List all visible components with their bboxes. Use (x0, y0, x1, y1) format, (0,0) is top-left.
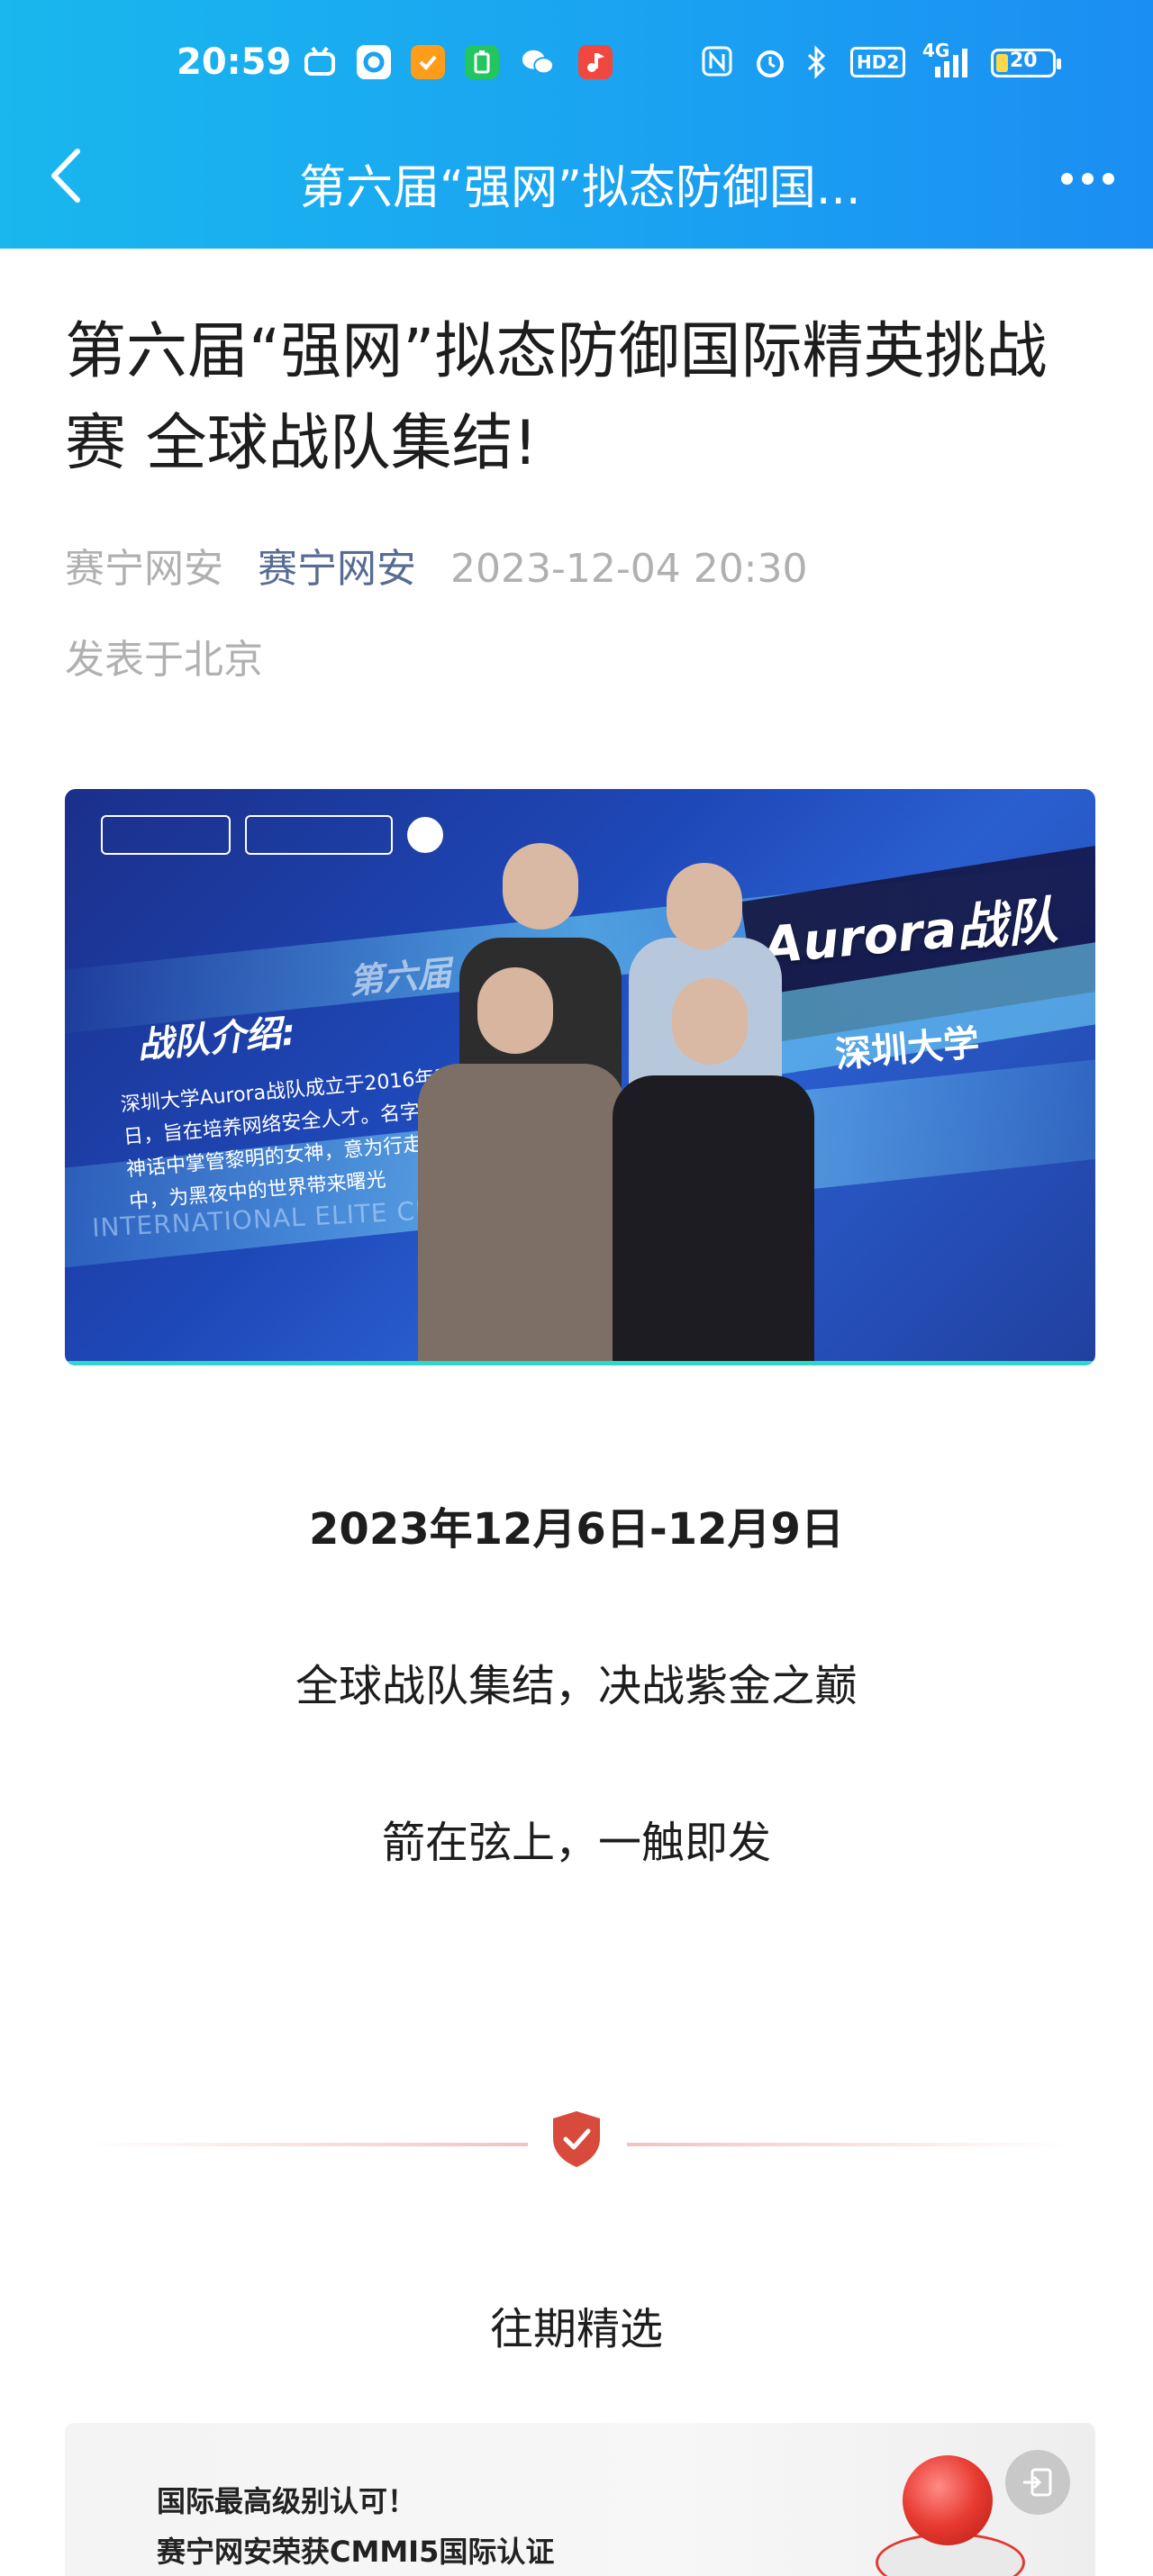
hero-image[interactable]: 第六届 战队介绍: 深圳大学Aurora战队成立于2016年3月23日，旨在培养… (65, 789, 1095, 1365)
recommended-article-card[interactable]: 国际最高级别认可！ 赛宁网安荣获CMMI5国际认证 (65, 2423, 1095, 2576)
status-time: 20:59 (177, 41, 292, 83)
battery-fill (996, 54, 1008, 72)
article-author: 赛宁网安 (65, 546, 223, 592)
battery-app-icon (465, 45, 499, 79)
exit-button[interactable] (1005, 2450, 1070, 2515)
app-refresh-icon (357, 45, 391, 79)
divider-left (86, 2143, 528, 2146)
alarm-icon (753, 45, 787, 86)
wechat-icon (521, 45, 555, 79)
octopus-logo-icon (407, 817, 443, 853)
back-button[interactable] (43, 144, 97, 207)
article-meta: 赛宁网安 赛宁网安 2023-12-04 20:30 (65, 536, 808, 594)
article-title: 第六届“强网”拟态防御国际精英挑战赛 全球战队集结! (65, 316, 1048, 479)
lab-logo (101, 815, 231, 855)
status-bar: 20:59 HD2 4G 20 (0, 0, 1153, 135)
music-app-icon (578, 45, 613, 79)
divider-right (627, 2143, 1068, 2146)
organizer-logos (101, 812, 443, 857)
exit-icon (1023, 2468, 1052, 2497)
conference-logo (245, 815, 393, 855)
chevron-left-icon (51, 149, 80, 203)
account-link[interactable]: 赛宁网安 (258, 546, 416, 592)
signal-icon (928, 45, 975, 86)
event-date: 2023年12月6日-12月9日 (309, 1504, 844, 1555)
nav-title: 第六届“强网”拟态防御国... (299, 161, 861, 215)
app-header: 20:59 HD2 4G 20 第六届“强网”拟态防御国... (0, 0, 1153, 249)
hd-badge: HD2 (850, 47, 906, 77)
hero-ghost-text: 第六届 (347, 953, 454, 1002)
hero-bottom-line (65, 1361, 1095, 1365)
bilibili-icon (303, 45, 337, 79)
body-line-1: 全球战队集结，决战紫金之巅 (295, 1661, 858, 1711)
member-body (418, 1064, 625, 1365)
hero-university: 深圳大学 (833, 1022, 982, 1076)
todo-check-icon (411, 45, 445, 79)
bluetooth-icon (803, 45, 829, 86)
member-head (667, 863, 742, 949)
member-head (672, 978, 748, 1065)
more-options-button[interactable] (1054, 153, 1126, 207)
member-head (477, 967, 553, 1054)
more-dot-icon (1061, 173, 1073, 185)
battery-level: 20 (1010, 50, 1038, 72)
battery-icon: 20 (991, 49, 1061, 77)
card-line-1: 国际最高级别认可！ (157, 2484, 417, 2518)
section-title: 往期精选 (489, 2304, 663, 2354)
card-globe-icon (903, 2455, 993, 2545)
body-line-2: 箭在弦上，一触即发 (381, 1818, 771, 1868)
nfc-icon (701, 45, 733, 85)
article-datetime: 2023-12-04 20:30 (450, 546, 808, 592)
more-dot-icon (1082, 173, 1094, 185)
more-dot-icon (1103, 173, 1114, 185)
battery-cap (1057, 59, 1061, 69)
member-head (503, 843, 578, 930)
card-line-2: 赛宁网安荣获CMMI5国际认证 (157, 2535, 555, 2569)
member-body (613, 1075, 814, 1365)
shield-check-icon (551, 2109, 602, 2169)
article-location: 发表于北京 (65, 637, 263, 683)
